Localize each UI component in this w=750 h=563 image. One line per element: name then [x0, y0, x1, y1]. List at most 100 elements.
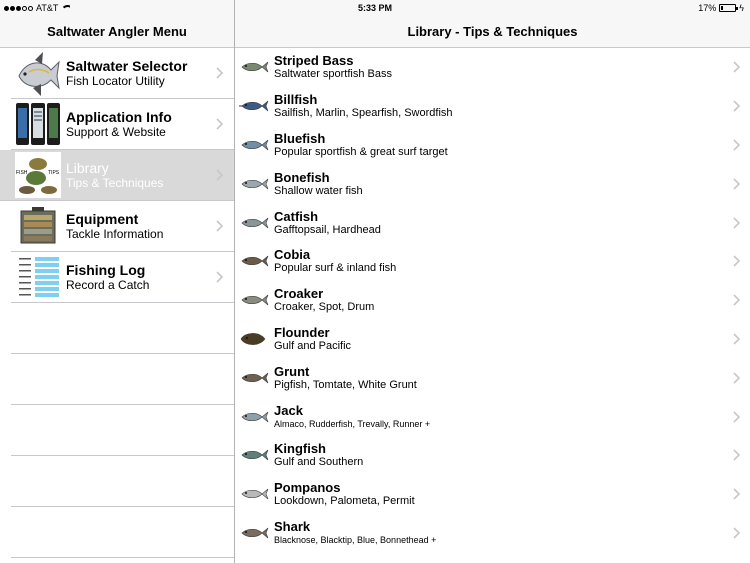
library-row-text: Grunt Pigfish, Tomtate, White Grunt	[274, 363, 417, 391]
menu-item-text: Fishing Log Record a Catch	[66, 262, 234, 292]
library-row-title: Flounder	[274, 324, 330, 340]
library-navbar: Library - Tips & Techniques	[235, 16, 750, 48]
cobia-icon	[241, 256, 269, 267]
library-row-subtitle: Almaco, Rudderfish, Trevally, Runner +	[274, 418, 431, 429]
library-row-pompanos[interactable]: Pompanos Lookdown, Palometa, Permit	[235, 475, 750, 514]
billfish-icon	[239, 100, 269, 112]
library-row-billfish[interactable]: Billfish Sailfish, Marlin, Spearfish, Swo…	[235, 87, 750, 126]
library-row-croaker[interactable]: Croaker Croaker, Spot, Drum	[235, 281, 750, 320]
menu-title: Saltwater Angler Menu	[47, 24, 187, 39]
library-row-title: Bonefish	[274, 169, 330, 185]
library-row-title: Jack	[274, 402, 303, 418]
empty-table-row	[11, 456, 234, 507]
empty-table-row	[11, 507, 234, 558]
menu-item-library[interactable]: FISH TIPS Library Tips & Techniques	[0, 150, 234, 201]
library-row-kingfish[interactable]: Kingfish Gulf and Southern	[235, 436, 750, 475]
battery-icon	[719, 4, 739, 12]
empty-table-row	[11, 405, 234, 456]
menu-item-subtitle: Support & Website	[66, 125, 166, 139]
chevron-right-icon	[216, 169, 224, 181]
bluefish-icon	[241, 139, 269, 151]
library-row-subtitle: Gafftopsail, Hardhead	[274, 223, 381, 236]
chevron-right-icon	[733, 527, 741, 539]
library-row-text: Bluefish Popular sportfish & great surf t…	[274, 130, 448, 158]
library-row-subtitle: Popular sportfish & great surf target	[274, 145, 448, 158]
chevron-right-icon	[216, 271, 224, 283]
library-row-title: Bluefish	[274, 130, 326, 146]
menu-navbar: Saltwater Angler Menu	[0, 16, 234, 48]
library-row-text: Jack Almaco, Rudderfish, Trevally, Runner…	[274, 402, 431, 430]
menu-item-subtitle: Record a Catch	[66, 278, 150, 292]
menu-item-title: Equipment	[66, 211, 139, 227]
library-row-jack[interactable]: Jack Almaco, Rudderfish, Trevally, Runner…	[235, 397, 750, 436]
menu-item-saltwater-selector[interactable]: Saltwater Selector Fish Locator Utility	[11, 48, 234, 99]
library-row-title: Cobia	[274, 247, 311, 263]
menu-item-subtitle: Fish Locator Utility	[66, 74, 165, 88]
library-row-title: Catfish	[274, 208, 319, 224]
pompano-thumbnail-icon	[18, 52, 60, 96]
library-row-flounder[interactable]: Flounder Gulf and Pacific	[235, 320, 750, 359]
chevron-right-icon	[733, 449, 741, 461]
status-bar: AT&T 5:33 PM 17% ϟ	[0, 0, 750, 16]
library-row-bonefish[interactable]: Bonefish Shallow water fish	[235, 164, 750, 203]
library-row-snook[interactable]: Snook	[235, 552, 750, 563]
library-row-catfish[interactable]: Catfish Gafftopsail, Hardhead	[235, 203, 750, 242]
menu-item-title: Saltwater Selector	[66, 58, 188, 74]
library-row-subtitle: Gulf and Pacific	[274, 339, 352, 352]
library-row-bluefish[interactable]: Bluefish Popular sportfish & great surf t…	[235, 126, 750, 165]
empty-table-row	[11, 303, 234, 354]
library-row-title: Shark	[274, 518, 311, 534]
library-row-subtitle: Lookdown, Palometa, Permit	[274, 495, 415, 508]
bonefish-icon	[241, 178, 269, 190]
library-row-text: Catfish Gafftopsail, Hardhead	[274, 208, 381, 236]
chevron-right-icon	[733, 255, 741, 267]
menu-item-text: Library Tips & Techniques	[66, 160, 234, 190]
chevron-right-icon	[733, 100, 741, 112]
chevron-right-icon	[216, 220, 224, 232]
library-row-text: Croaker Croaker, Spot, Drum	[274, 286, 375, 314]
menu-item-text: Equipment Tackle Information	[66, 211, 234, 241]
chevron-right-icon	[733, 178, 741, 190]
pompano-icon	[241, 488, 269, 500]
library-row-subtitle: Saltwater sportfish Bass	[274, 68, 392, 81]
library-row-grunt[interactable]: Grunt Pigfish, Tomtate, White Grunt	[235, 358, 750, 397]
menu-item-text: Application Info Support & Website	[66, 109, 234, 139]
menu-item-fishing-log[interactable]: Fishing Log Record a Catch	[11, 252, 234, 303]
menu-item-subtitle: Tackle Information	[66, 227, 164, 241]
library-row-striped-bass[interactable]: Striped Bass Saltwater sportfish Bass	[235, 48, 750, 87]
menu-item-equipment[interactable]: Equipment Tackle Information	[11, 201, 234, 252]
library-row-shark[interactable]: Shark Blacknose, Blacktip, Blue, Bonnethe…	[235, 514, 750, 553]
library-row-cobia[interactable]: Cobia Popular surf & inland fish	[235, 242, 750, 281]
library-row-title: Pompanos	[274, 480, 341, 496]
library-row-subtitle: Blacknose, Blacktip, Blue, Bonnethead +	[274, 534, 437, 545]
library-row-subtitle: Sailfish, Marlin, Spearfish, Swordfish	[274, 107, 453, 120]
library-row-text: Kingfish Gulf and Southern	[274, 442, 364, 469]
battery-fill	[721, 6, 724, 10]
battery-percent: 17%	[698, 3, 717, 13]
croaker-icon	[241, 294, 269, 306]
library-row-title: Croaker	[274, 286, 324, 302]
library-list: Striped Bass Saltwater sportfish Bass Bill…	[235, 48, 750, 563]
library-row-subtitle: Gulf and Southern	[274, 456, 364, 469]
menu-pane: Saltwater Angler Menu Saltwater Selector…	[0, 16, 234, 563]
library-pane: Library - Tips & Techniques Striped Bass…	[235, 16, 750, 563]
library-row-title: Billfish	[274, 92, 318, 108]
log-sheet-thumbnail-icon	[15, 254, 61, 300]
library-row-subtitle: Croaker, Spot, Drum	[274, 301, 375, 314]
chevron-right-icon	[733, 61, 741, 73]
library-row-text: Pompanos Lookdown, Palometa, Permit	[274, 480, 415, 508]
library-row-text: Shark Blacknose, Blacktip, Blue, Bonnethe…	[274, 518, 437, 546]
shark-icon	[241, 527, 269, 539]
chevron-right-icon	[216, 67, 224, 79]
status-bar-right: 17% ϟ	[698, 3, 744, 13]
ipad-screen: AT&T 5:33 PM 17% ϟ Saltwater Angler Menu…	[0, 0, 750, 563]
library-row-text: Cobia Popular surf & inland fish	[274, 247, 396, 275]
charging-bolt-icon: ϟ	[739, 3, 744, 13]
chevron-right-icon	[733, 372, 741, 384]
svg-text:FISH: FISH	[16, 170, 28, 176]
kingfish-icon	[241, 450, 269, 461]
menu-item-title: Application Info	[66, 109, 172, 125]
library-row-title: Grunt	[274, 363, 310, 379]
striped-bass-icon	[241, 62, 269, 73]
menu-item-application-info[interactable]: Application Info Support & Website	[11, 99, 234, 150]
